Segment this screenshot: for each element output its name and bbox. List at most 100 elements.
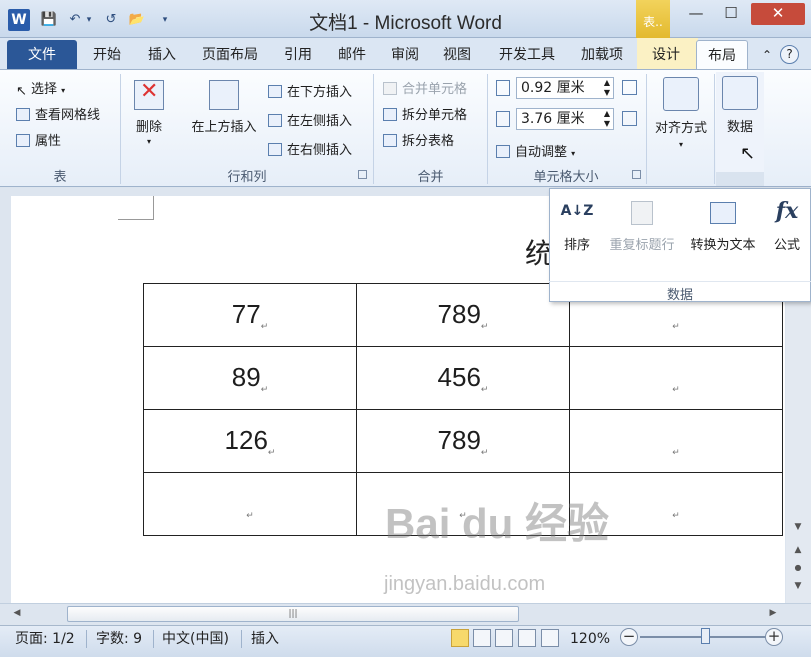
close-button[interactable]: ✕ — [751, 3, 805, 25]
split-cells-icon — [383, 108, 397, 121]
page-count[interactable]: 页面: 1/2 — [15, 629, 75, 649]
language-indicator[interactable]: 中文(中国) — [162, 629, 229, 649]
autofit-button[interactable]: 自动调整 ▾ — [496, 141, 575, 160]
tab-design[interactable]: 设计 — [644, 40, 688, 70]
full-screen-reading-view-icon[interactable] — [473, 629, 491, 647]
insert-right-button[interactable]: 在右侧插入 — [268, 139, 352, 158]
data-label: 数据 — [726, 120, 753, 135]
gridlines-icon — [16, 108, 30, 121]
rows-cols-dialog-launcher-icon[interactable] — [358, 170, 367, 179]
web-layout-view-icon[interactable] — [495, 629, 513, 647]
paragraph-mark-icon: ↵ — [672, 320, 680, 331]
tab-view[interactable]: 视图 — [437, 40, 477, 70]
distribute-rows-icon[interactable] — [622, 80, 637, 95]
zoom-level[interactable]: 120% — [570, 629, 610, 649]
row-height-icon — [496, 80, 510, 96]
sort-label: 排序 — [563, 238, 590, 253]
insert-below-button[interactable]: 在下方插入 — [268, 81, 352, 100]
cell-value: 126 — [224, 424, 268, 455]
table-cell[interactable]: ↵ — [143, 472, 357, 536]
table-cell[interactable]: 89↵ — [143, 346, 357, 410]
insert-left-label: 在左侧插入 — [287, 114, 353, 129]
minimize-button[interactable]: — — [681, 3, 711, 25]
paragraph-mark-icon: ↵ — [267, 446, 276, 457]
table-cell[interactable]: 126↵ — [143, 409, 357, 473]
formula-fx-icon: fx — [775, 198, 799, 224]
scroll-right-arrow-icon[interactable]: ▶ — [766, 608, 780, 618]
merge-cells-button[interactable]: 合并单元格 — [383, 78, 467, 97]
group-label-rows-cols: 行和列 — [227, 170, 267, 185]
formula-button[interactable]: fx 公式 — [768, 196, 806, 253]
insert-left-button[interactable]: 在左侧插入 — [268, 110, 352, 129]
sort-button[interactable]: A↓Z 排序 — [558, 196, 596, 253]
repeat-header-rows-button[interactable]: 重复标题行 — [603, 196, 681, 253]
select-button[interactable]: ↖ 选择 ▾ — [16, 78, 65, 99]
tab-developer[interactable]: 开发工具 — [492, 40, 562, 70]
column-width-input[interactable]: 3.76 厘米 ▲ ▼ — [516, 108, 614, 130]
table-cell[interactable]: 789↵ — [356, 283, 570, 347]
properties-button[interactable]: 属性 — [16, 130, 61, 149]
draft-view-icon[interactable] — [541, 629, 559, 647]
table-cell[interactable]: 456↵ — [356, 346, 570, 410]
group-divider — [646, 74, 647, 184]
minimize-ribbon-icon[interactable]: ⌃ — [759, 40, 775, 70]
zoom-slider-thumb[interactable] — [701, 628, 710, 644]
scroll-left-arrow-icon[interactable]: ◀ — [10, 608, 24, 618]
previous-page-icon[interactable]: ▲ — [791, 545, 805, 555]
tab-review[interactable]: 审阅 — [385, 40, 425, 70]
paragraph-mark-icon: ↵ — [260, 383, 269, 394]
outline-view-icon[interactable] — [518, 629, 536, 647]
cell-value: 77 — [231, 298, 261, 329]
insert-below-label: 在下方插入 — [287, 85, 353, 100]
scroll-down-arrow-icon[interactable]: ▼ — [791, 522, 805, 532]
table-cell[interactable]: ↵ — [569, 346, 783, 410]
table-cell[interactable]: 77↵ — [143, 283, 357, 347]
help-icon[interactable]: ? — [780, 45, 799, 64]
zoom-in-button[interactable]: + — [765, 628, 783, 646]
split-table-button[interactable]: 拆分表格 — [383, 130, 454, 149]
insert-right-icon — [268, 143, 282, 156]
chevron-down-icon: ▾ — [571, 149, 576, 158]
tab-file[interactable]: 文件 — [7, 40, 77, 70]
table-cell[interactable]: ↵ — [569, 409, 783, 473]
horizontal-scroll-thumb[interactable]: ||| — [67, 606, 519, 622]
split-cells-button[interactable]: 拆分单元格 — [383, 104, 467, 123]
distribute-columns-icon[interactable] — [622, 111, 637, 126]
tab-home[interactable]: 开始 — [85, 40, 129, 70]
select-label: 选择 — [31, 82, 58, 97]
tab-insert[interactable]: 插入 — [140, 40, 184, 70]
print-layout-view-icon[interactable] — [451, 629, 469, 647]
tab-layout[interactable]: 布局 — [696, 40, 748, 70]
group-label-table: 表 — [53, 170, 67, 185]
repeat-header-icon — [603, 196, 681, 226]
autofit-label: 自动调整 — [515, 145, 568, 160]
maximize-button[interactable]: ☐ — [716, 3, 746, 25]
baidu-watermark-url: jingyan.baidu.com — [384, 573, 546, 595]
cell-size-dialog-launcher-icon[interactable] — [632, 170, 641, 179]
zoom-out-button[interactable]: − — [620, 628, 638, 646]
delete-button[interactable]: ✕ 删除 ▾ — [126, 79, 172, 146]
alignment-icon — [663, 77, 699, 111]
status-divider — [241, 630, 242, 648]
insert-above-button[interactable]: 在上方插入 — [184, 80, 264, 135]
tab-references[interactable]: 引用 — [278, 40, 318, 70]
tab-page-layout[interactable]: 页面布局 — [195, 40, 265, 70]
insert-below-icon — [268, 85, 282, 98]
row-height-value: 0.92 厘米 — [521, 80, 585, 96]
convert-to-text-button[interactable]: 转换为文本 — [684, 196, 762, 253]
spinner-arrows-icon[interactable]: ▲ ▼ — [604, 78, 610, 98]
next-page-icon[interactable]: ▼ — [791, 581, 805, 591]
insert-mode-indicator[interactable]: 插入 — [251, 629, 279, 649]
browse-object-icon[interactable]: ● — [791, 563, 805, 572]
tab-mailings[interactable]: 邮件 — [330, 40, 374, 70]
word-count[interactable]: 字数: 9 — [96, 629, 142, 649]
tab-addins[interactable]: 加载项 — [574, 40, 630, 70]
view-gridlines-button[interactable]: 查看网格线 — [16, 104, 100, 123]
spinner-arrows-icon[interactable]: ▲ ▼ — [604, 109, 610, 129]
paragraph-mark-icon: ↵ — [246, 509, 254, 520]
chevron-down-icon: ▾ — [146, 137, 151, 146]
paragraph-mark-icon: ↵ — [672, 383, 680, 394]
table-cell[interactable]: 789↵ — [356, 409, 570, 473]
row-height-input[interactable]: 0.92 厘米 ▲ ▼ — [516, 77, 614, 99]
alignment-button[interactable]: 对齐方式 ▾ — [650, 77, 712, 149]
